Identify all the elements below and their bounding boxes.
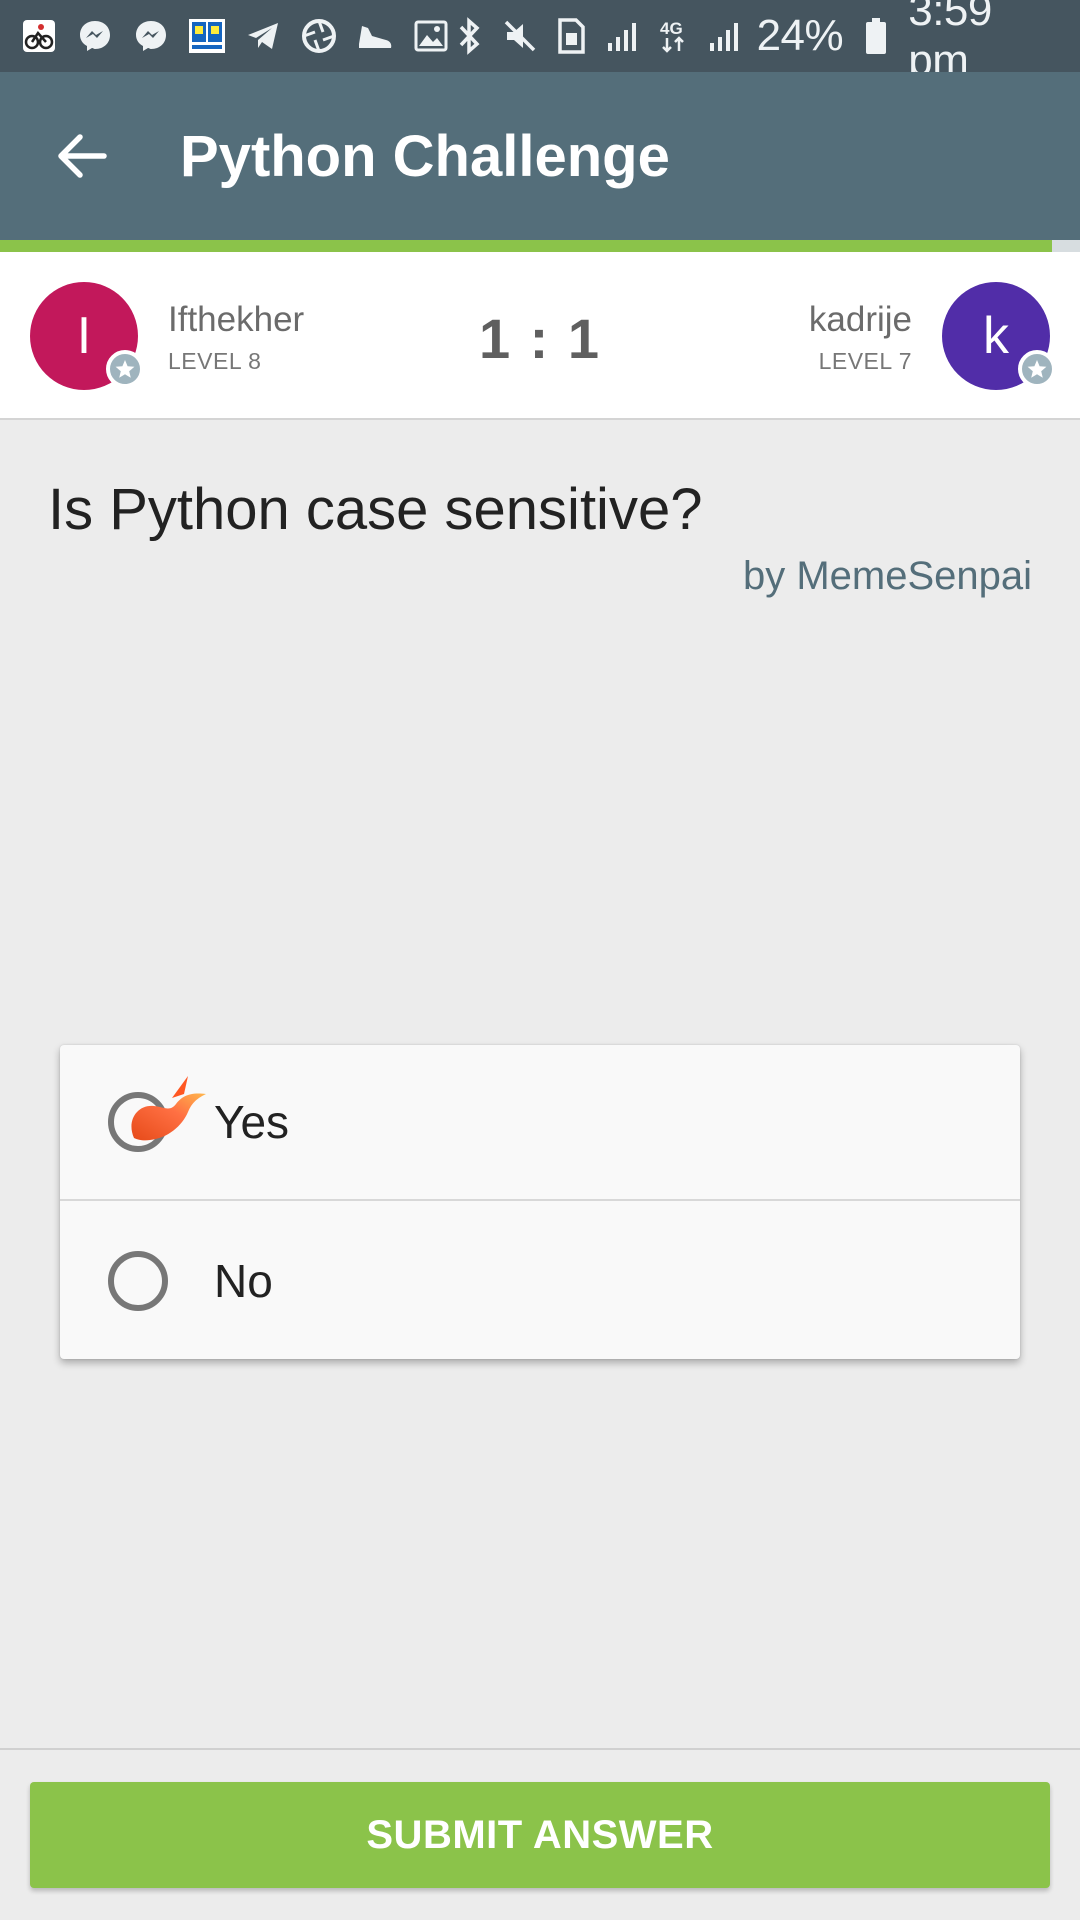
notification-icons	[20, 17, 450, 55]
radio-button[interactable]	[108, 1076, 206, 1152]
answer-label: No	[214, 1255, 273, 1307]
mute-icon	[501, 17, 538, 55]
messenger-icon	[76, 17, 114, 55]
arrow-left-icon	[58, 134, 107, 178]
submit-answer-button[interactable]: SUBMIT ANSWER	[30, 1782, 1050, 1888]
gallery-icon	[412, 17, 450, 55]
avatar-right-player[interactable]: k	[942, 282, 1056, 390]
4g-icon: 4G	[654, 17, 691, 55]
dictionary-app-icon	[188, 17, 226, 55]
divider	[0, 1748, 1080, 1750]
status-bar: 4G 24% 3:59 pm	[0, 0, 1080, 85]
right-player-name: kadrije	[808, 300, 912, 339]
answer-option-no[interactable]: No	[60, 1203, 1020, 1359]
svg-text:4G: 4G	[660, 19, 683, 38]
progress-bar-track	[1052, 240, 1080, 252]
telegram-icon	[244, 17, 282, 55]
radio-button[interactable]	[108, 1251, 168, 1311]
shoe-app-icon	[356, 17, 394, 55]
avatar-initial: k	[983, 307, 1009, 365]
cycling-app-icon	[20, 17, 58, 55]
right-player-level: LEVEL 7	[818, 348, 912, 374]
answer-options: Yes No	[60, 1045, 1020, 1359]
answer-label: Yes	[214, 1096, 290, 1148]
signal-icon	[705, 17, 742, 55]
progress-bar	[0, 240, 1052, 252]
signal-icon	[603, 17, 640, 55]
bluetooth-icon	[450, 17, 487, 55]
answer-option-yes[interactable]: Yes	[60, 1045, 1020, 1201]
battery-icon	[857, 17, 894, 55]
app-bar: Python Challenge	[0, 72, 1080, 240]
back-button[interactable]	[22, 96, 142, 216]
sim-icon	[552, 17, 589, 55]
shutter-app-icon	[300, 17, 338, 55]
score: 1 : 1	[478, 307, 602, 370]
question-author: by MemeSenpai	[742, 554, 1032, 598]
page-title: Python Challenge	[180, 123, 670, 189]
question-text: Is Python case sensitive?	[48, 477, 703, 542]
players-row: I Ifthekher LEVEL 8 1 : 1 kadrije LEVEL …	[0, 252, 1080, 420]
messenger-icon	[132, 17, 170, 55]
star-badge-icon	[1018, 350, 1056, 388]
battery-percentage: 24%	[756, 11, 844, 60]
selected-check-icon	[131, 1076, 206, 1141]
